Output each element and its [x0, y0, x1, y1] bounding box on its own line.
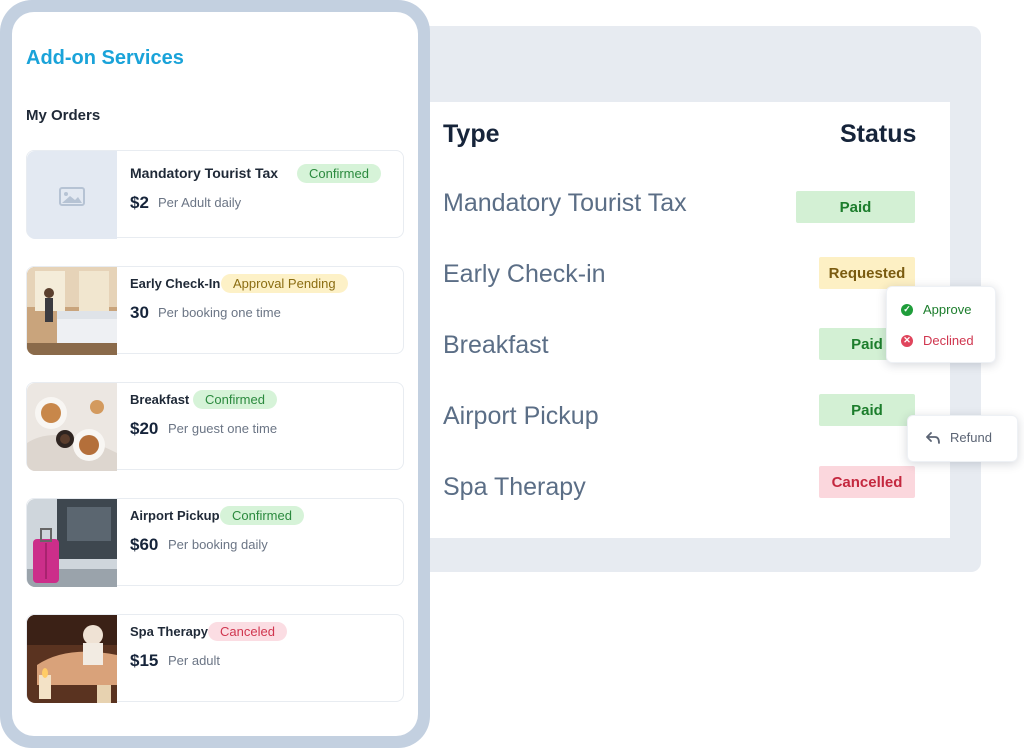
- check-circle-icon: ✓: [901, 303, 913, 316]
- order-price: $60: [130, 535, 159, 554]
- status-badge-paid[interactable]: Paid: [819, 394, 915, 426]
- order-card[interactable]: Mandatory Tourist Tax Confirmed $2 Per A…: [26, 150, 404, 239]
- section-title: My Orders: [26, 107, 101, 124]
- order-unit: Per booking daily: [168, 537, 268, 552]
- order-unit: Per adult: [168, 653, 221, 668]
- refund-dropdown: Refund: [907, 415, 1018, 462]
- order-card[interactable]: Spa Therapy Canceled $15 Per adult: [26, 614, 404, 703]
- decline-option[interactable]: ✕ Declined: [901, 333, 974, 348]
- x-circle-icon: ✕: [901, 334, 913, 347]
- column-header-type: Type: [443, 120, 500, 148]
- breakfast-photo: [27, 383, 117, 471]
- status-badge: Confirmed: [297, 164, 381, 183]
- refund-option[interactable]: Refund: [926, 430, 992, 445]
- approve-option[interactable]: ✓ Approve: [901, 302, 971, 317]
- status-badge-cancelled[interactable]: Cancelled: [819, 466, 915, 498]
- order-card[interactable]: Airport Pickup Confirmed $60 Per booking…: [26, 498, 404, 587]
- order-card[interactable]: Breakfast Confirmed $20 Per guest one ti…: [26, 382, 404, 471]
- table-row-type: Airport Pickup: [443, 402, 599, 430]
- bedroom-photo: [27, 267, 117, 355]
- reply-arrow-icon: [926, 431, 940, 444]
- refund-label: Refund: [950, 430, 992, 445]
- order-card[interactable]: Early Check-In Approval Pending 30 Per b…: [26, 266, 404, 355]
- table-row-type: Breakfast: [443, 331, 549, 359]
- status-badge: Canceled: [208, 622, 287, 641]
- order-price: $15: [130, 651, 159, 670]
- image-placeholder-icon: [27, 151, 117, 239]
- order-unit: Per Adult daily: [158, 195, 242, 210]
- order-name: Spa Therapy: [130, 624, 209, 639]
- luggage-car-photo: [27, 499, 117, 587]
- status-badge: Confirmed: [220, 506, 304, 525]
- order-unit: Per guest one time: [168, 421, 278, 436]
- table-row-type: Mandatory Tourist Tax: [443, 189, 687, 217]
- order-name: Airport Pickup: [130, 508, 220, 523]
- status-badge-paid[interactable]: Paid: [796, 191, 915, 223]
- table-row-type: Early Check-in: [443, 260, 606, 288]
- status-badge-requested[interactable]: Requested: [819, 257, 915, 289]
- order-price: $2: [130, 193, 149, 212]
- order-price: 30: [130, 303, 149, 322]
- order-name: Mandatory Tourist Tax: [130, 165, 279, 181]
- approval-dropdown: ✓ Approve ✕ Declined: [886, 286, 996, 363]
- decline-label: Declined: [923, 333, 974, 348]
- status-badge: Confirmed: [193, 390, 277, 409]
- status-badge: Approval Pending: [221, 274, 348, 293]
- order-unit: Per booking one time: [158, 305, 281, 320]
- column-header-status: Status: [840, 120, 917, 148]
- approve-label: Approve: [923, 302, 972, 317]
- page-title: Add-on Services: [26, 47, 184, 69]
- spa-photo: [27, 615, 117, 703]
- table-row-type: Spa Therapy: [443, 473, 586, 501]
- order-name: Early Check-In: [130, 276, 221, 291]
- order-name: Breakfast: [130, 392, 190, 407]
- order-price: $20: [130, 419, 159, 438]
